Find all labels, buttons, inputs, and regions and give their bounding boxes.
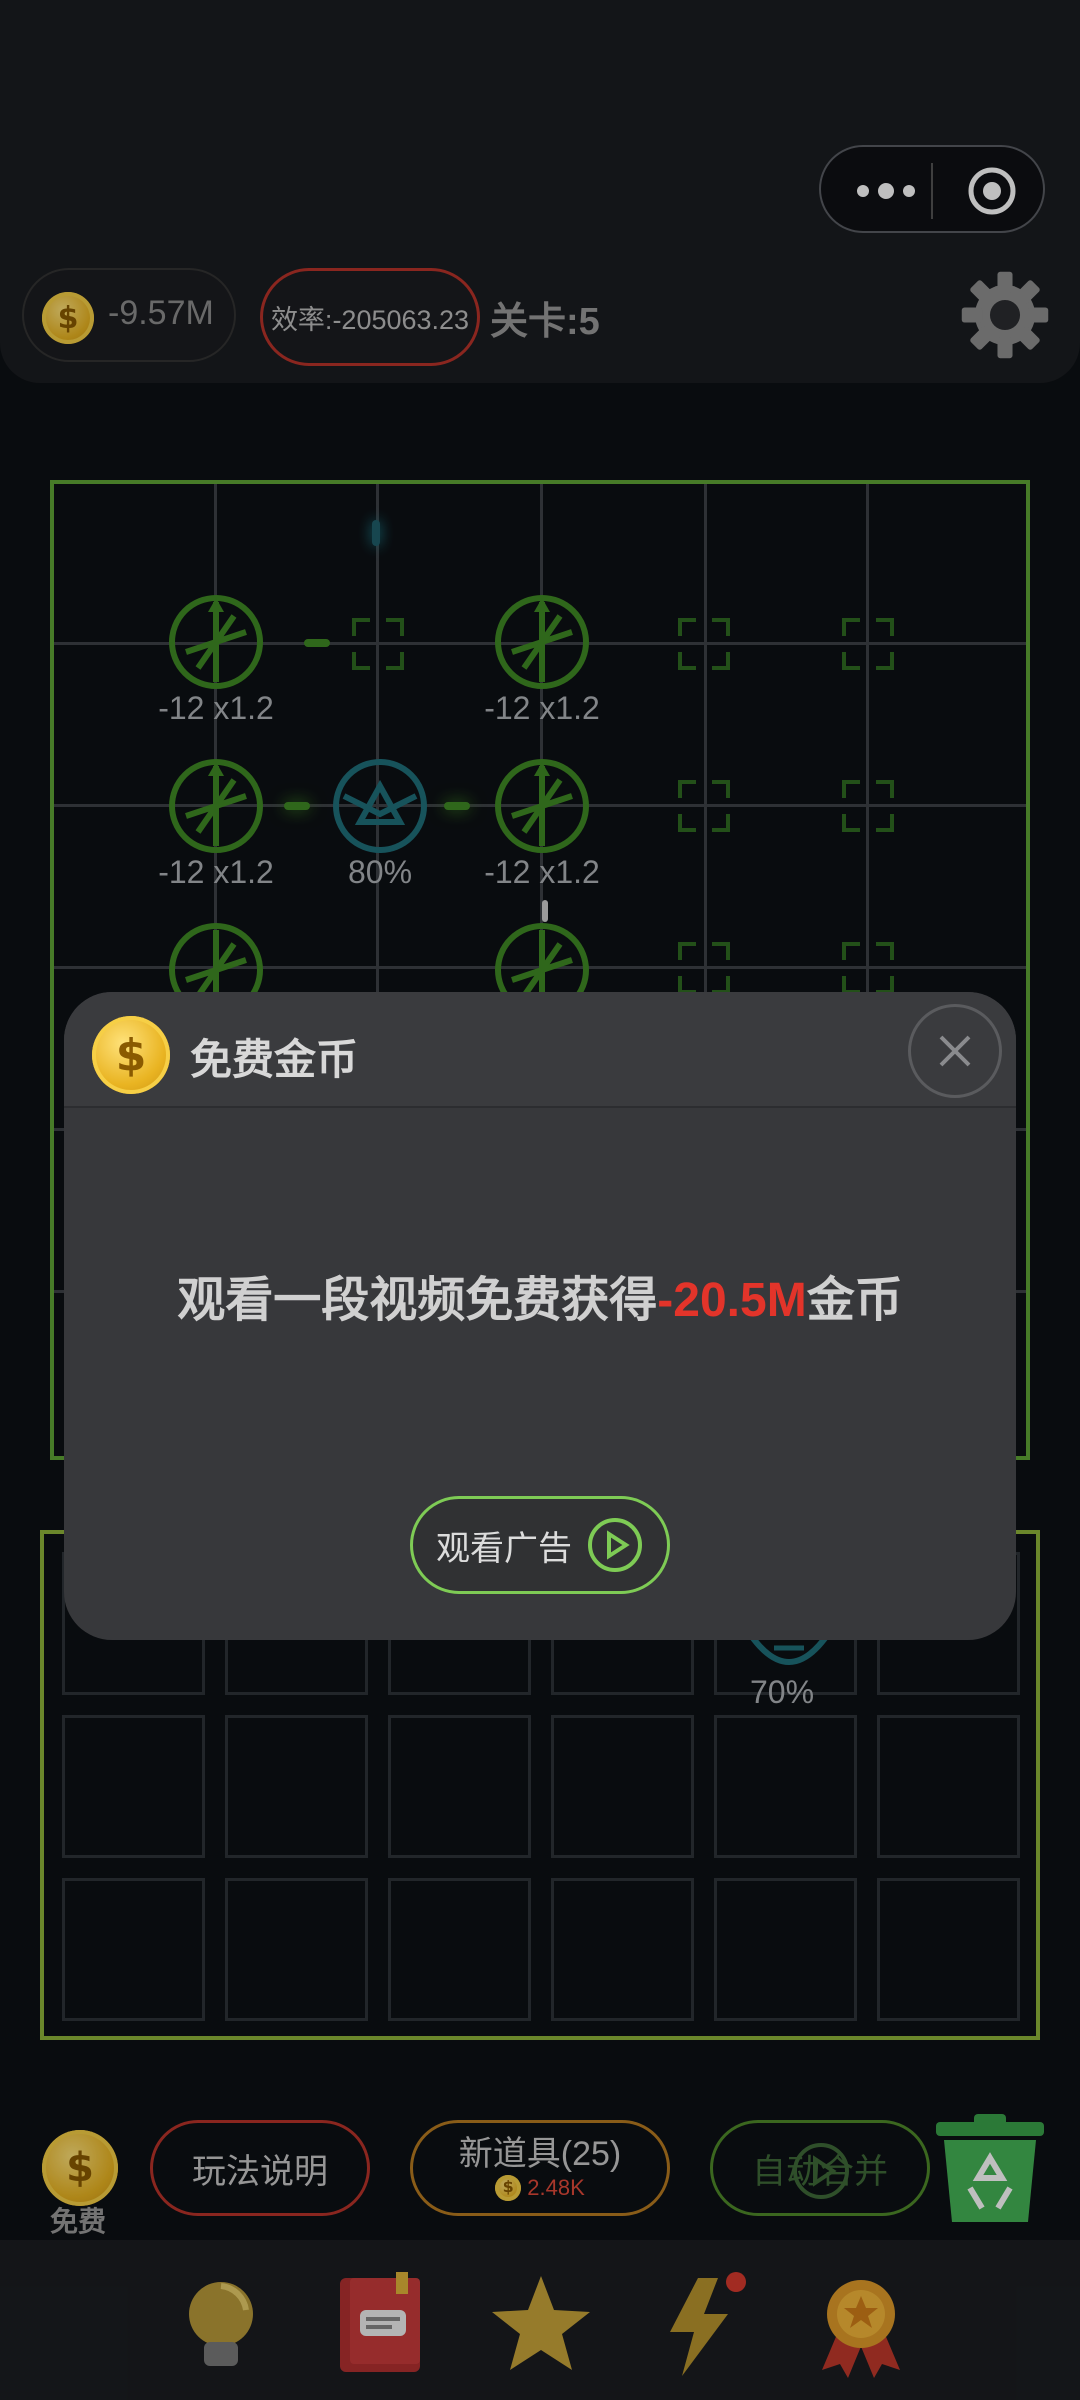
close-icon [939, 1035, 971, 1067]
coin-icon: $ [92, 1016, 170, 1094]
dialog-title: 免费金币 [190, 1036, 359, 1083]
watch-ad-label: 观看广告 [436, 1529, 572, 1568]
free-coins-dialog: $ 免费金币 观看一段视频免费获得-20.5M金币 观看广告 [64, 992, 1016, 1640]
dialog-message: 观看一段视频免费获得-20.5M金币 [64, 1260, 1016, 1330]
watch-ad-button[interactable]: 观看广告 [410, 1496, 670, 1594]
message-suffix: 金币 [806, 1274, 903, 1327]
play-icon [588, 1518, 642, 1572]
dialog-header: $ 免费金币 [64, 992, 1016, 1108]
message-prefix: 观看一段视频免费获得 [177, 1274, 658, 1327]
close-button[interactable] [908, 1004, 1002, 1098]
reward-amount: -20.5M [657, 1274, 807, 1327]
